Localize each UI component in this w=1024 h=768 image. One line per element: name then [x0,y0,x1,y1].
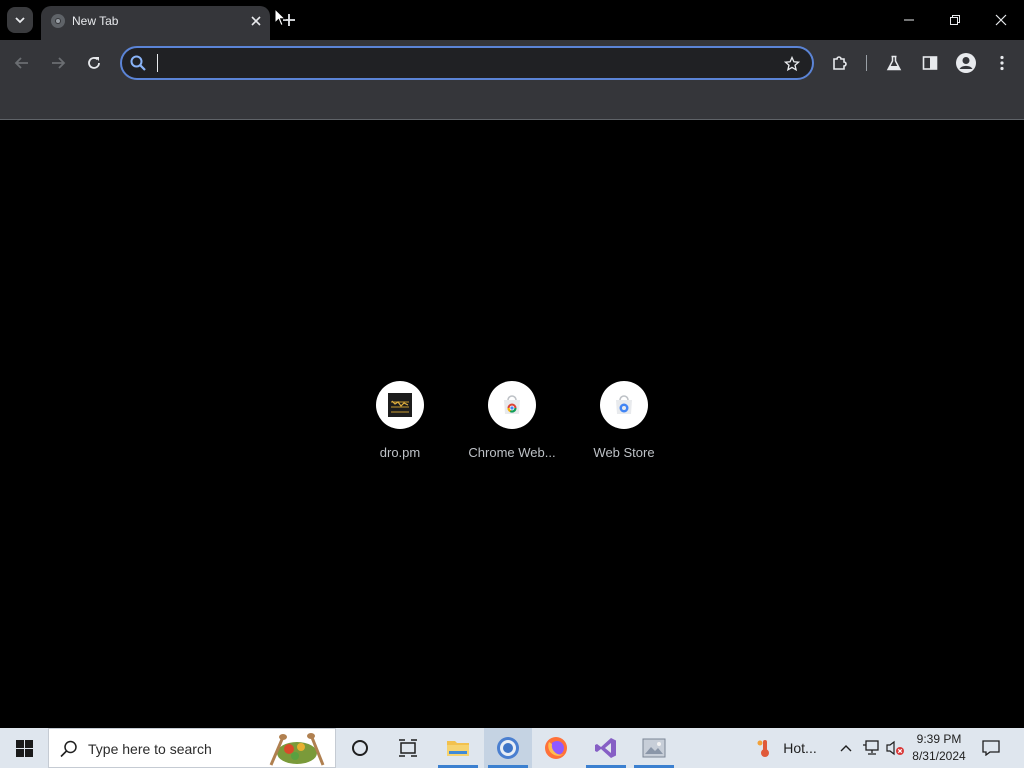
labs-button[interactable] [880,49,908,77]
shortcut-icon-circle [376,381,424,429]
chrome-icon [497,737,519,759]
notification-icon [982,740,1000,756]
close-window-button[interactable] [978,0,1024,40]
weather-text: Hot... [783,740,817,756]
menu-button[interactable] [988,49,1016,77]
new-tab-favicon-icon [51,14,65,28]
star-icon [784,56,800,72]
folder-icon [447,741,469,756]
back-arrow-icon [14,57,28,69]
reload-icon [88,57,100,69]
windows-logo-icon [15,739,33,757]
text-caret [157,54,158,72]
taskbar-file-explorer[interactable] [434,728,482,768]
reload-button[interactable] [80,49,108,77]
taskbar-clock[interactable]: 9:39 PM 8/31/2024 [906,731,972,765]
mouse-cursor-icon [274,8,286,27]
search-icon [130,55,146,71]
clock-date: 8/31/2024 [912,749,966,763]
start-button[interactable] [0,728,48,768]
profile-avatar-icon [956,53,976,73]
bookmark-star-button[interactable] [781,53,803,75]
forward-arrow-icon [52,57,66,69]
chrome-web-store-icon [504,395,520,414]
tab-title: New Tab [72,14,119,28]
browser-toolbar [0,40,1024,86]
windows-taskbar: Type here to search Hot... 9:39 PM 8/31/… [0,728,1024,768]
toolbar-separator [866,55,867,71]
cortana-circle-icon [352,740,368,756]
extensions-button[interactable] [826,49,854,77]
volume-muted-icon [886,740,904,756]
tab-new-tab[interactable]: New Tab [41,6,270,40]
taskbar-image-app[interactable] [630,728,678,768]
taskbar-firefox[interactable] [532,728,580,768]
firefox-icon [545,737,567,759]
dro-pm-favicon-icon [388,393,412,417]
profile-button[interactable] [952,49,980,77]
back-button[interactable] [8,49,36,77]
minimize-icon [904,19,914,21]
network-icon [863,740,879,755]
more-vert-icon [1000,55,1004,71]
browser-titlebar: New Tab [0,0,1024,40]
restore-button[interactable] [932,0,978,40]
search-highlight-illustration-icon [269,733,325,766]
action-center-button[interactable] [976,728,1006,768]
close-icon [995,14,1007,26]
shortcut-icon-circle [600,381,648,429]
show-hidden-icons-button[interactable] [836,728,856,768]
tab-close-button[interactable] [247,12,265,30]
weather-widget[interactable]: Hot... [746,728,826,768]
address-bar[interactable] [120,46,814,80]
chevron-down-icon [15,17,25,24]
clock-time: 9:39 PM [916,732,962,746]
flask-icon [886,55,902,71]
search-icon [60,740,77,758]
network-tray-icon[interactable] [860,728,882,768]
shortcut-label: dro.pm [379,445,421,460]
visual-studio-icon [595,738,616,758]
web-store-icon [616,395,632,414]
address-input[interactable] [156,53,756,73]
side-panel-button[interactable] [916,49,944,77]
tab-search-button[interactable] [7,7,33,33]
task-view-button[interactable] [384,728,432,768]
shortcut-icon-circle [488,381,536,429]
volume-tray-icon[interactable] [884,728,906,768]
close-icon [251,16,261,26]
forward-button[interactable] [44,49,72,77]
taskbar-search-box[interactable]: Type here to search [48,728,336,768]
taskbar-visual-studio[interactable] [582,728,630,768]
taskbar-search-placeholder: Type here to search [88,741,212,757]
shortcut-label: Web Store [593,445,655,460]
shortcut-label: Chrome Web... [468,445,556,460]
thermometer-hot-icon [757,740,770,757]
puzzle-icon [833,56,847,70]
cortana-button[interactable] [336,728,384,768]
chevron-up-icon [840,745,852,752]
image-viewer-icon [642,738,666,758]
restore-icon [950,15,960,25]
new-tab-page: dro.pm Chrome Web... Web Store [0,121,1024,728]
shortcut-web-store[interactable]: Web Store [568,381,680,471]
shortcut-dro-pm[interactable]: dro.pm [344,381,456,471]
task-view-icon [399,739,417,757]
taskbar-chrome[interactable] [484,728,532,768]
minimize-button[interactable] [886,0,932,40]
side-panel-icon [922,56,938,70]
shortcut-chrome-web-store[interactable]: Chrome Web... [456,381,568,471]
toolbar-extension-area [0,86,1024,120]
